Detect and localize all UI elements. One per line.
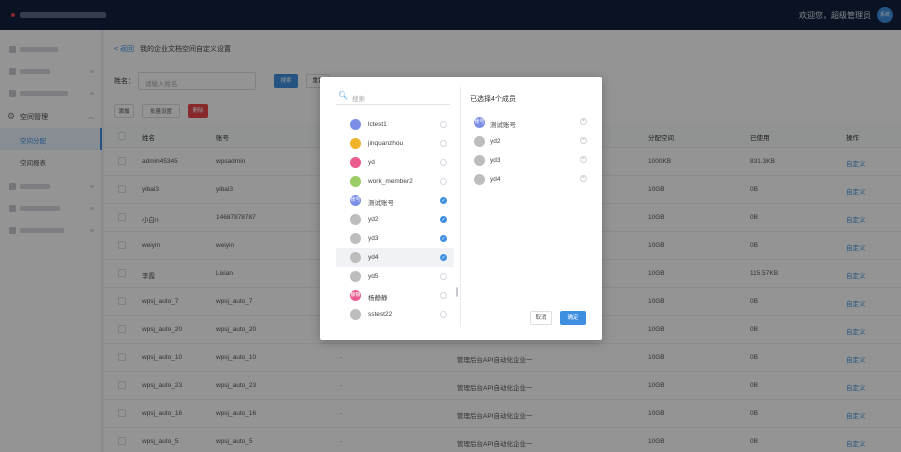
member-list-item[interactable]: yd2 ✓ <box>336 210 454 229</box>
avatar <box>350 176 361 187</box>
unchecked-circle-icon[interactable] <box>440 121 447 128</box>
member-name: yd <box>368 159 375 166</box>
member-list-scrollbar[interactable] <box>456 287 458 297</box>
avatar <box>474 136 485 147</box>
avatar <box>474 155 485 166</box>
member-name: sstest22 <box>368 311 393 318</box>
member-list-item[interactable]: work_member2 <box>336 172 454 191</box>
dialog-divider <box>460 87 461 327</box>
remove-icon[interactable]: × <box>580 137 587 144</box>
member-name: yd2 <box>368 216 379 223</box>
member-name: 杨静静 <box>368 295 388 302</box>
member-list-item[interactable]: yd5 <box>336 267 454 286</box>
member-name: yd4 <box>490 176 501 183</box>
unchecked-circle-icon[interactable] <box>440 178 447 185</box>
avatar <box>350 233 361 244</box>
avatar <box>350 138 361 149</box>
member-name: 测试账号 <box>368 200 394 207</box>
member-list: lctest1 jinquanzhou yd work_member2 账号 测试账号 ✓ y… <box>336 115 456 325</box>
member-name: yd2 <box>490 138 501 145</box>
selected-member-item: yd3 × <box>470 152 590 170</box>
checked-circle-icon[interactable]: ✓ <box>440 254 447 261</box>
avatar <box>350 157 361 168</box>
avatar <box>350 252 361 263</box>
unchecked-circle-icon[interactable] <box>440 159 447 166</box>
member-list-item[interactable]: 账号 测试账号 ✓ <box>336 191 454 210</box>
member-list-item[interactable]: jinquanzhou <box>336 134 454 153</box>
confirm-button[interactable]: 确定 <box>560 311 586 325</box>
unchecked-circle-icon[interactable] <box>440 311 447 318</box>
checked-circle-icon[interactable]: ✓ <box>440 235 447 242</box>
avatar <box>474 174 485 185</box>
avatar: 静静 <box>350 290 361 301</box>
selected-member-item: yd4 × <box>470 171 590 189</box>
member-search-placeholder: 搜索 <box>352 96 365 103</box>
checked-circle-icon[interactable]: ✓ <box>440 197 447 204</box>
member-list-item[interactable]: yd3 ✓ <box>336 229 454 248</box>
selected-member-item: yd2 × <box>470 133 590 151</box>
unchecked-circle-icon[interactable] <box>440 140 447 147</box>
member-list-item[interactable]: yd4 ✓ <box>336 248 454 267</box>
member-list-item[interactable]: yd <box>336 153 454 172</box>
member-name: yd3 <box>368 235 379 242</box>
avatar <box>350 271 361 282</box>
selected-count-title: 已选择4个成员 <box>470 96 516 103</box>
avatar <box>350 119 361 130</box>
member-name: jinquanzhou <box>368 140 404 147</box>
remove-icon[interactable]: × <box>580 118 587 125</box>
unchecked-circle-icon[interactable] <box>440 292 447 299</box>
checked-circle-icon[interactable]: ✓ <box>440 216 447 223</box>
member-list-item[interactable]: lctest1 <box>336 115 454 134</box>
avatar <box>350 214 361 225</box>
cancel-button[interactable]: 取消 <box>530 311 552 325</box>
member-name: yd4 <box>368 254 379 261</box>
search-icon: 🔍︎ <box>338 91 349 100</box>
member-name: work_member2 <box>368 178 413 185</box>
member-name: lctest1 <box>368 121 387 128</box>
member-list-item[interactable]: sstest22 <box>336 305 454 324</box>
member-list-item[interactable]: 静静 杨静静 <box>336 286 454 305</box>
member-search-field[interactable]: 🔍︎ 搜索 <box>336 89 450 105</box>
unchecked-circle-icon[interactable] <box>440 273 447 280</box>
selected-member-item: 账号 测试账号 × <box>470 114 590 132</box>
remove-icon[interactable]: × <box>580 156 587 163</box>
member-name: yd5 <box>368 273 379 280</box>
member-name: yd3 <box>490 157 501 164</box>
avatar: 账号 <box>350 195 361 206</box>
remove-icon[interactable]: × <box>580 175 587 182</box>
member-name: 测试账号 <box>490 122 516 129</box>
avatar <box>350 309 361 320</box>
select-member-dialog: 🔍︎ 搜索 lctest1 jinquanzhou yd work_member2 账号… <box>320 77 602 340</box>
avatar: 账号 <box>474 117 485 128</box>
